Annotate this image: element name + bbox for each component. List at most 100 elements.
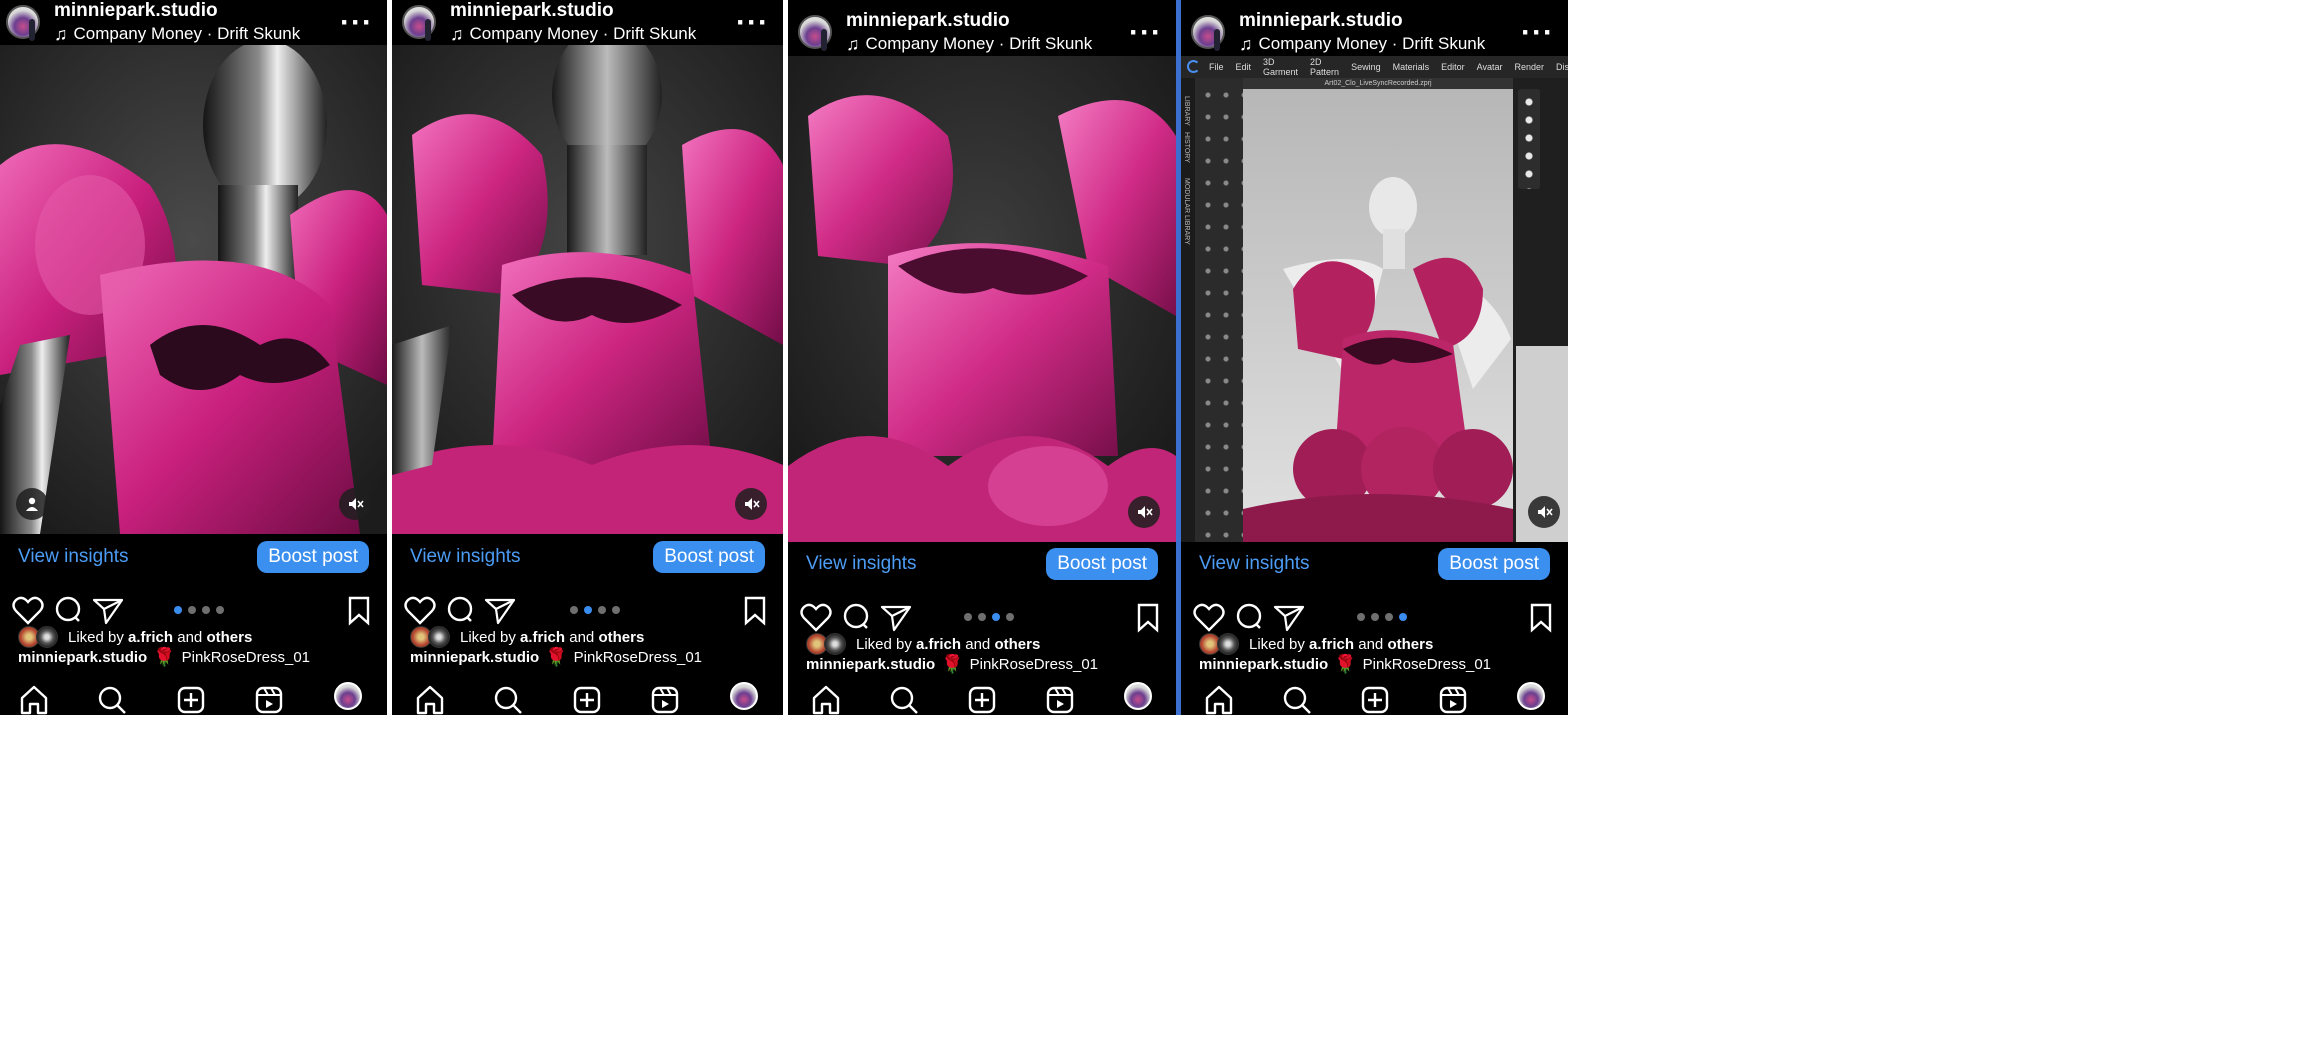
- profile-avatar-tab[interactable]: [730, 682, 758, 710]
- search-icon[interactable]: [92, 680, 132, 720]
- search-icon[interactable]: [488, 680, 528, 720]
- view-insights-link[interactable]: View insights: [18, 546, 129, 568]
- profile-avatar-tab[interactable]: [1517, 682, 1545, 710]
- view-insights-link[interactable]: View insights: [806, 553, 917, 575]
- create-post-icon[interactable]: [567, 680, 607, 720]
- liked-user[interactable]: a.frich: [520, 629, 565, 646]
- song-attribution[interactable]: ♫ Company Money · Drift Skunk: [846, 34, 1092, 55]
- save-bookmark-icon[interactable]: [735, 590, 775, 630]
- more-options-icon[interactable]: ···: [1521, 18, 1554, 48]
- profile-avatar-tab[interactable]: [1124, 682, 1152, 710]
- view-insights-link[interactable]: View insights: [1199, 553, 1310, 575]
- share-icon[interactable]: [480, 590, 520, 630]
- clo-menu-2d-pattern[interactable]: 2D Pattern: [1310, 57, 1339, 77]
- like-heart-icon[interactable]: [1189, 597, 1229, 637]
- song-attribution[interactable]: ♫ Company Money · Drift Skunk: [1239, 34, 1485, 55]
- liked-others[interactable]: others: [598, 629, 644, 646]
- home-icon[interactable]: [806, 680, 846, 720]
- home-icon[interactable]: [14, 680, 54, 720]
- liked-others[interactable]: others: [206, 629, 252, 646]
- like-heart-icon[interactable]: [400, 590, 440, 630]
- mute-icon[interactable]: [735, 488, 767, 520]
- avatar[interactable]: [402, 5, 436, 41]
- create-post-icon[interactable]: [171, 680, 211, 720]
- liked-by-row[interactable]: Liked by a.frich and others: [410, 626, 644, 648]
- share-icon[interactable]: [1269, 597, 1309, 637]
- comment-icon[interactable]: [1229, 597, 1269, 637]
- liked-by-row[interactable]: Liked by a.frich and others: [1199, 633, 1433, 655]
- song-attribution[interactable]: ♫ Company Money · Drift Skunk: [54, 24, 300, 45]
- tagged-people-icon[interactable]: [16, 488, 48, 520]
- post-username[interactable]: minniepark.studio: [450, 0, 696, 22]
- reels-icon[interactable]: [1433, 680, 1473, 720]
- post-image[interactable]: [392, 45, 783, 534]
- post-username[interactable]: minniepark.studio: [1239, 10, 1485, 32]
- more-options-icon[interactable]: ···: [340, 8, 373, 38]
- avatar[interactable]: [6, 5, 40, 41]
- share-icon[interactable]: [876, 597, 916, 637]
- post-image[interactable]: [0, 45, 387, 534]
- reels-icon[interactable]: [1040, 680, 1080, 720]
- post-image[interactable]: File Edit 3D Garment 2D Pattern Sewing M…: [1181, 56, 1568, 542]
- create-post-icon[interactable]: [1355, 680, 1395, 720]
- clo-side-tab-library[interactable]: LIBRARY: [1183, 96, 1190, 126]
- home-icon[interactable]: [410, 680, 450, 720]
- clo-menu-file[interactable]: File: [1209, 62, 1224, 72]
- reels-icon[interactable]: [645, 680, 685, 720]
- more-options-icon[interactable]: ···: [736, 8, 769, 38]
- comment-icon[interactable]: [836, 597, 876, 637]
- liked-user[interactable]: a.frich: [128, 629, 173, 646]
- clo-menu-display[interactable]: Display: [1556, 62, 1568, 72]
- create-post-icon[interactable]: [962, 680, 1002, 720]
- clo-menu-materials[interactable]: Materials: [1393, 62, 1430, 72]
- home-icon[interactable]: [1199, 680, 1239, 720]
- more-options-icon[interactable]: ···: [1129, 18, 1162, 48]
- save-bookmark-icon[interactable]: [1128, 597, 1168, 637]
- liked-user[interactable]: a.frich: [1309, 636, 1354, 653]
- clo-menu-3d-garment[interactable]: 3D Garment: [1263, 57, 1298, 77]
- comment-icon[interactable]: [48, 590, 88, 630]
- mute-icon[interactable]: [1528, 496, 1560, 528]
- profile-avatar-tab[interactable]: [334, 682, 362, 710]
- clo-menu-editor[interactable]: Editor: [1441, 62, 1465, 72]
- clo-menu-edit[interactable]: Edit: [1236, 62, 1252, 72]
- avatar[interactable]: [1191, 15, 1225, 51]
- clo-menu-avatar[interactable]: Avatar: [1477, 62, 1503, 72]
- liked-others[interactable]: others: [994, 636, 1040, 653]
- mute-icon[interactable]: [339, 488, 371, 520]
- boost-post-button[interactable]: Boost post: [1438, 548, 1550, 580]
- liked-user[interactable]: a.frich: [916, 636, 961, 653]
- comment-icon[interactable]: [440, 590, 480, 630]
- search-icon[interactable]: [1277, 680, 1317, 720]
- clo-3d-viewport[interactable]: [1243, 89, 1513, 542]
- save-bookmark-icon[interactable]: [1521, 597, 1561, 637]
- clo-side-tab-history[interactable]: HISTORY: [1183, 132, 1190, 163]
- caption-username[interactable]: minniepark.studio: [18, 649, 147, 666]
- clo-menu-render[interactable]: Render: [1514, 62, 1544, 72]
- caption-username[interactable]: minniepark.studio: [410, 649, 539, 666]
- liked-others[interactable]: others: [1387, 636, 1433, 653]
- song-attribution[interactable]: ♫ Company Money · Drift Skunk: [450, 24, 696, 45]
- liked-by-row[interactable]: Liked by a.frich and others: [18, 626, 252, 648]
- avatar[interactable]: [798, 15, 832, 51]
- post-username[interactable]: minniepark.studio: [54, 0, 300, 22]
- boost-post-button[interactable]: Boost post: [1046, 548, 1158, 580]
- mute-icon[interactable]: [1128, 496, 1160, 528]
- clo-side-tab-modular[interactable]: MODULAR LIBRARY: [1183, 178, 1190, 245]
- search-icon[interactable]: [884, 680, 924, 720]
- caption-username[interactable]: minniepark.studio: [1199, 656, 1328, 673]
- share-icon[interactable]: [88, 590, 128, 630]
- save-bookmark-icon[interactable]: [339, 590, 379, 630]
- boost-post-button[interactable]: Boost post: [653, 541, 765, 573]
- reels-icon[interactable]: [249, 680, 289, 720]
- like-heart-icon[interactable]: [796, 597, 836, 637]
- liked-by-row[interactable]: Liked by a.frich and others: [806, 633, 1040, 655]
- clo-refresh-icon[interactable]: [1187, 60, 1200, 73]
- view-insights-link[interactable]: View insights: [410, 546, 521, 568]
- clo-menu-sewing[interactable]: Sewing: [1351, 62, 1381, 72]
- like-heart-icon[interactable]: [8, 590, 48, 630]
- boost-post-button[interactable]: Boost post: [257, 541, 369, 573]
- post-username[interactable]: minniepark.studio: [846, 10, 1092, 32]
- caption-username[interactable]: minniepark.studio: [806, 656, 935, 673]
- post-image[interactable]: [788, 56, 1176, 542]
